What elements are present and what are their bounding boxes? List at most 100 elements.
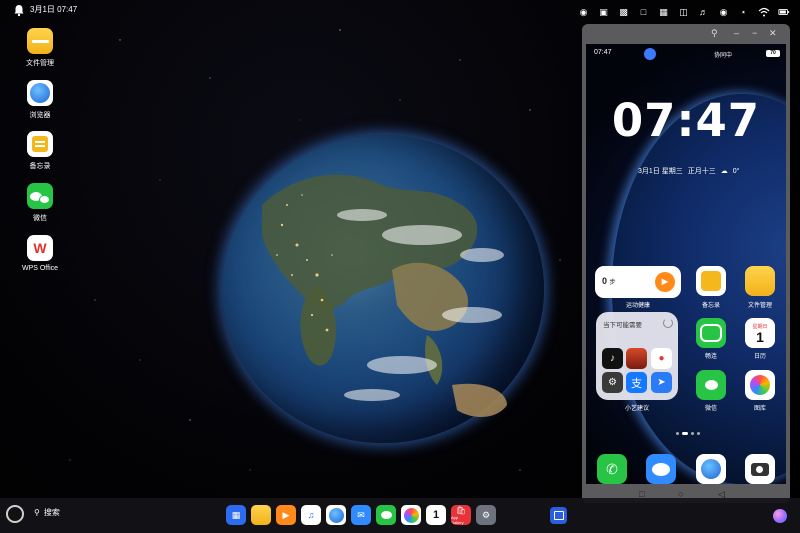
phone-battery-icon: 70 [766, 50, 780, 57]
lock-clock: 07:47 [611, 94, 761, 147]
desktop-icon-browser[interactable]: 浏览器 [16, 80, 64, 120]
file-manager-icon [27, 28, 53, 54]
phone-wechat-icon[interactable] [696, 370, 726, 400]
cast-icon[interactable]: ▩ [617, 6, 630, 18]
email-icon[interactable]: ✉ [351, 505, 371, 525]
earth-continents [262, 174, 507, 417]
browser-icon[interactable] [326, 505, 346, 525]
close-button[interactable]: ✕ [769, 28, 777, 39]
notification-bell-icon[interactable] [12, 3, 26, 17]
status-bar: 3月1日 07:47 ◉ ▣ ▩ □ ▦ ◫ ♬ ◉ ⋆ [0, 0, 800, 22]
calendar-day: 1 [756, 328, 764, 345]
start-button[interactable] [6, 505, 24, 523]
tiktok-icon[interactable]: ♪ [602, 348, 623, 369]
weather-temp: 0° [732, 167, 740, 175]
gallery-icon[interactable] [401, 505, 421, 525]
minimize-button[interactable]: – [734, 28, 739, 38]
page-indicator [676, 432, 700, 435]
appgallery-icon[interactable]: 🛍 App Gallery [451, 505, 471, 525]
desktop-icon-notes[interactable]: 备忘录 [16, 131, 64, 171]
step-count: 0 步 [602, 276, 616, 286]
step-unit: 步 [609, 280, 616, 286]
maps-icon[interactable]: ● [651, 348, 672, 369]
music-icon[interactable]: ♫ [301, 505, 321, 525]
phone-notes-label: 备忘录 [701, 303, 720, 309]
calendar-label: 日历 [753, 354, 766, 360]
gallery-label: 图库 [753, 406, 766, 412]
phone-camera-icon[interactable] [745, 454, 775, 484]
messaging-icon[interactable] [696, 318, 726, 348]
lunar-date: 正月十三 [687, 168, 716, 175]
desktop-icon-label: 浏览器 [29, 112, 51, 119]
desktop-icon-label: 微信 [33, 215, 47, 222]
calculator-icon[interactable]: ▦ [657, 6, 670, 18]
phone-screen: 07:47 协同中 70 07:47 3月1日 星期三 正月十三 ☁ 0° 0 … [586, 44, 786, 484]
settings-app-icon[interactable]: ⚙ [602, 372, 623, 393]
search-label: 搜索 [43, 508, 60, 517]
date-text: 3月1日 星期三 [638, 168, 683, 175]
phone-status-time: 07:47 [594, 49, 612, 56]
phone-call-icon[interactable]: ✆ [597, 454, 627, 484]
wechat-icon [27, 183, 53, 209]
pin-icon[interactable]: ⚲ [711, 28, 718, 39]
phone-notes-icon[interactable] [696, 266, 726, 296]
screen-record-icon[interactable]: ◉ [577, 6, 590, 18]
multi-screen-collaboration-icon[interactable] [550, 507, 567, 524]
phone-calendar-icon[interactable]: 星期日 1 [745, 318, 775, 348]
system-tray: ◉ ▣ ▩ □ ▦ ◫ ♬ ◉ ⋆ [577, 4, 790, 20]
app-grid-icon[interactable]: ▦ [226, 505, 246, 525]
desktop-icon-label: 文件管理 [26, 60, 54, 67]
browser-icon [27, 80, 53, 106]
desktop-icon-label: 备忘录 [29, 163, 51, 170]
file-manager-icon[interactable] [251, 505, 271, 525]
assistant-icon[interactable] [773, 509, 787, 523]
health-step-widget[interactable]: 0 步 ► [595, 266, 681, 298]
phone-status-bar: 07:47 协同中 70 [586, 44, 786, 66]
status-clock[interactable]: 3月1日 07:47 [30, 4, 77, 15]
game-icon[interactable] [626, 348, 647, 369]
suggestion-title: 当下可能需要 [603, 322, 642, 329]
location-icon[interactable]: ◉ [717, 6, 730, 18]
date-row: 3月1日 星期三 正月十三 ☁ 0° [638, 166, 739, 176]
screenshot-icon[interactable]: □ [637, 6, 650, 18]
hdr-icon[interactable]: ◫ [677, 6, 690, 18]
camera-icon[interactable]: ▣ [597, 6, 610, 18]
settings-icon[interactable]: ⚙ [476, 505, 496, 525]
suggestion-label: 小艺建议 [624, 406, 649, 412]
phone-files-label: 文件管理 [747, 303, 772, 309]
search-icon: ⚲ [34, 508, 40, 517]
desktop-icon-label: WPS Office [21, 265, 59, 272]
bluetooth-icon[interactable]: ⋆ [737, 6, 750, 18]
collaboration-label: 协同中 [714, 53, 733, 59]
wechat-icon[interactable] [376, 505, 396, 525]
messages-icon[interactable] [646, 454, 676, 484]
desktop-icon-wechat[interactable]: 微信 [16, 183, 64, 223]
alipay-icon[interactable]: 支 [626, 372, 647, 393]
search-button[interactable]: ⚲ 搜索 [34, 507, 60, 518]
navigation-icon[interactable]: ➤ [651, 372, 672, 393]
phone-browser-icon[interactable] [696, 454, 726, 484]
suggestion-widget[interactable]: 当下可能需要 ♪ ● ⚙ 支 ➤ [596, 312, 678, 400]
battery-icon[interactable] [777, 6, 790, 18]
calendar-icon[interactable]: 1 [426, 505, 446, 525]
desktop-icon-wps[interactable]: W WPS Office [16, 235, 64, 272]
video-icon[interactable]: ▶ [276, 505, 296, 525]
phone-files-icon[interactable] [745, 266, 775, 296]
wps-icon: W [27, 235, 53, 261]
collaboration-icon [644, 48, 656, 60]
taskbar-dock: ▦ ▶ ♫ ✉ 1 🛍 App Gallery ⚙ [226, 505, 496, 525]
maximize-button[interactable]: − [752, 28, 757, 38]
phone-mirror-window[interactable]: ⚲ – − ✕ 07:47 协同中 70 07:47 3月1日 星期三 正月十三… [582, 24, 790, 503]
taskbar: ⚲ 搜索 ▦ ▶ ♫ ✉ 1 🛍 App Gallery ⚙ [0, 498, 800, 533]
notes-icon [27, 131, 53, 157]
calendar-day: 1 [432, 509, 440, 521]
desktop-icon-file-manager[interactable]: 文件管理 [16, 28, 64, 68]
refresh-icon[interactable] [663, 318, 673, 328]
gallery-icon[interactable] [745, 370, 775, 400]
window-titlebar[interactable]: ⚲ – − ✕ [582, 24, 790, 44]
phone-wechat-label: 微信 [704, 406, 717, 412]
messaging-label: 畅连 [704, 354, 717, 360]
volume-icon[interactable]: ♬ [697, 6, 710, 18]
running-icon: ► [655, 272, 675, 292]
wifi-icon[interactable] [757, 6, 770, 18]
